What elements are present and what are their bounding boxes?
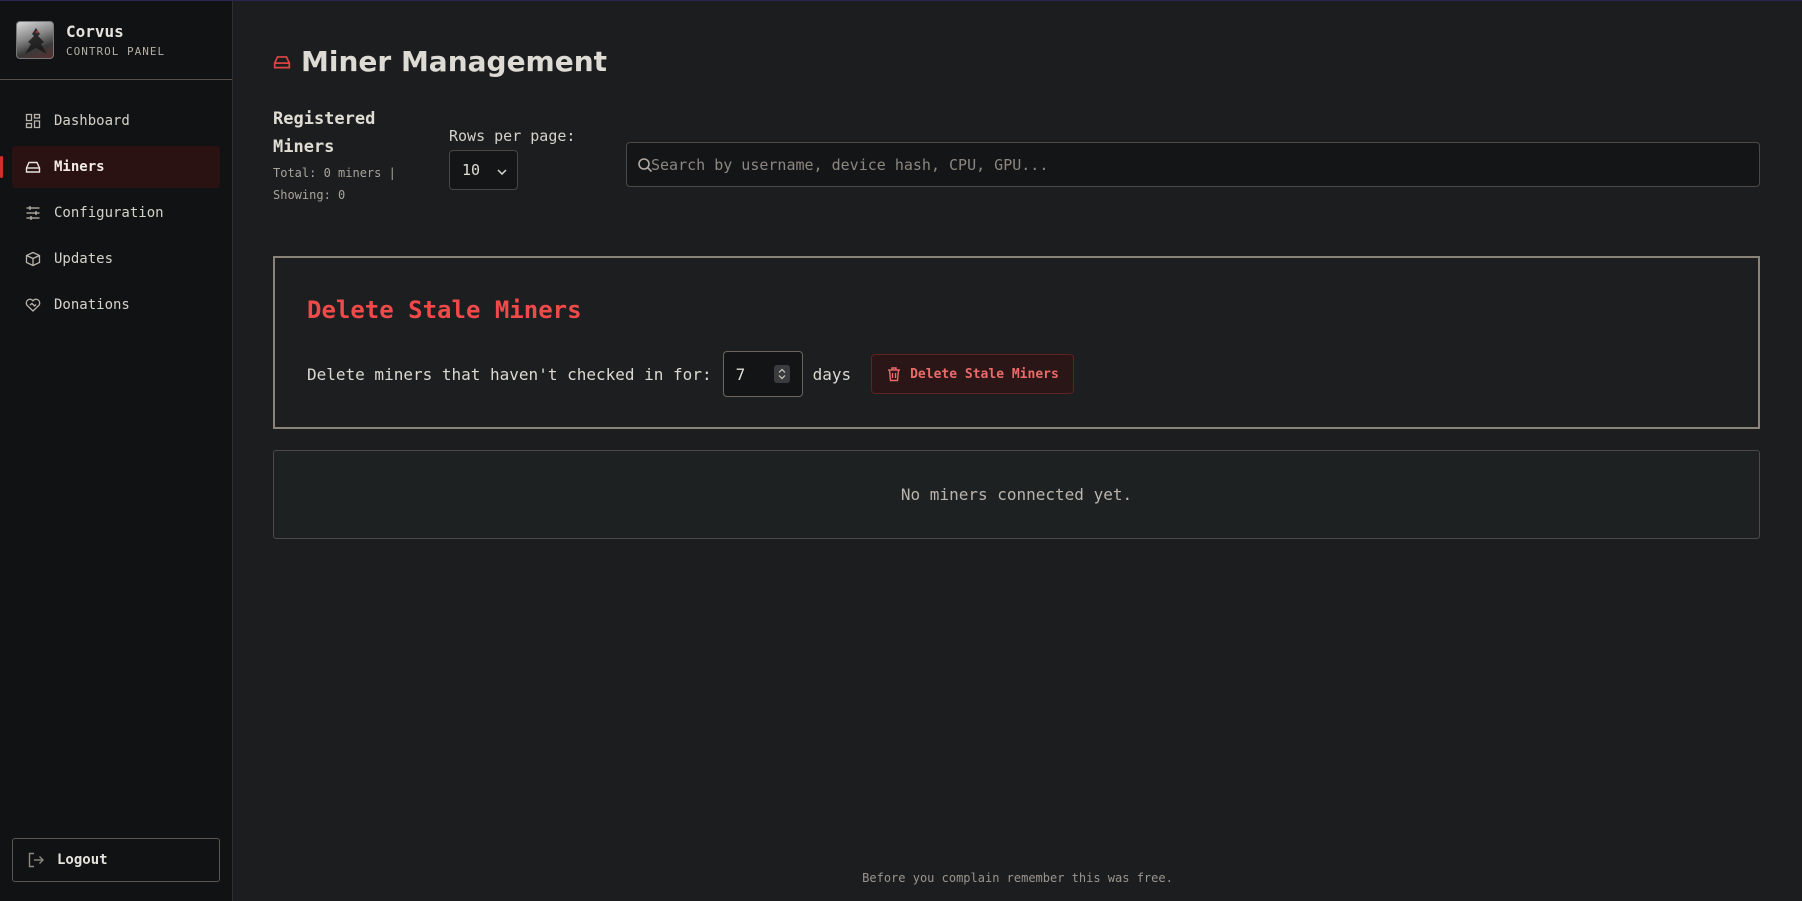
footer-text: Before you complain remember this was fr… bbox=[862, 871, 1173, 885]
sidebar-item-label: Configuration bbox=[54, 205, 164, 221]
sidebar-item-label: Updates bbox=[54, 251, 114, 267]
logout-icon bbox=[27, 851, 45, 869]
page-title-text: Miner Management bbox=[301, 45, 608, 78]
delete-stale-button[interactable]: Delete Stale Miners bbox=[871, 354, 1074, 394]
days-value: 7 bbox=[735, 364, 746, 384]
miners-empty-state: No miners connected yet. bbox=[273, 450, 1760, 539]
brand-logo bbox=[16, 21, 54, 59]
main-content: Miner Management Registered Miners Total… bbox=[233, 1, 1802, 901]
rows-per-page: Rows per page: 10 bbox=[449, 127, 575, 190]
brand-subtitle: CONTROL PANEL bbox=[66, 45, 166, 58]
empty-state-text: No miners connected yet. bbox=[900, 485, 1133, 504]
logout-label: Logout bbox=[57, 852, 108, 868]
sliders-icon bbox=[25, 205, 41, 221]
delete-stale-row: Delete miners that haven't checked in fo… bbox=[307, 351, 1074, 397]
search-box[interactable] bbox=[626, 142, 1760, 187]
rows-per-page-value: 10 bbox=[462, 161, 481, 179]
miners-total-count: Total: 0 miners | bbox=[273, 166, 396, 180]
dashboard-icon bbox=[25, 113, 41, 129]
brand-header: Corvus CONTROL PANEL bbox=[0, 1, 232, 80]
delete-stale-miners-panel: Delete Stale Miners Delete miners that h… bbox=[273, 256, 1760, 429]
sidebar-nav: Dashboard Miners Configuration Updates D… bbox=[0, 80, 232, 326]
miners-showing-count: Showing: 0 bbox=[273, 188, 346, 202]
chevron-down-icon bbox=[497, 161, 507, 179]
sidebar-item-dashboard[interactable]: Dashboard bbox=[12, 100, 220, 142]
heart-handshake-icon bbox=[25, 297, 41, 313]
registered-miners-title: Registered Miners bbox=[273, 109, 376, 157]
sidebar-item-configuration[interactable]: Configuration bbox=[12, 192, 220, 234]
registered-miners-summary: Registered Miners Total: 0 miners | Show… bbox=[273, 105, 413, 207]
delete-stale-button-label: Delete Stale Miners bbox=[910, 366, 1059, 382]
search-input[interactable] bbox=[651, 154, 1759, 175]
hard-drive-icon bbox=[25, 159, 41, 175]
hard-drive-icon bbox=[273, 53, 291, 71]
trash-icon bbox=[886, 366, 902, 382]
days-number-input[interactable]: 7 bbox=[722, 351, 803, 397]
sidebar-item-donations[interactable]: Donations bbox=[12, 284, 220, 326]
days-spinner[interactable] bbox=[773, 365, 790, 383]
brand-text: Corvus CONTROL PANEL bbox=[66, 22, 165, 58]
days-unit-label: days bbox=[812, 364, 852, 384]
sidebar-item-updates[interactable]: Updates bbox=[12, 238, 220, 280]
sidebar-item-label: Donations bbox=[54, 297, 130, 313]
brand-name: Corvus bbox=[66, 22, 124, 41]
rows-per-page-select[interactable]: 10 bbox=[449, 150, 518, 190]
rows-per-page-label: Rows per page: bbox=[449, 127, 576, 145]
sidebar-item-miners[interactable]: Miners bbox=[0, 146, 220, 188]
delete-stale-prompt: Delete miners that haven't checked in fo… bbox=[307, 364, 712, 384]
app-root: Corvus CONTROL PANEL Dashboard Miners Co… bbox=[0, 0, 1802, 901]
sidebar-item-label: Dashboard bbox=[54, 113, 130, 129]
page-title: Miner Management bbox=[273, 45, 607, 78]
package-icon bbox=[25, 251, 41, 267]
delete-stale-title: Delete Stale Miners bbox=[307, 296, 582, 324]
sidebar-item-label: Miners bbox=[54, 159, 105, 175]
sidebar: Corvus CONTROL PANEL Dashboard Miners Co… bbox=[0, 1, 233, 901]
logout-button[interactable]: Logout bbox=[12, 838, 220, 882]
